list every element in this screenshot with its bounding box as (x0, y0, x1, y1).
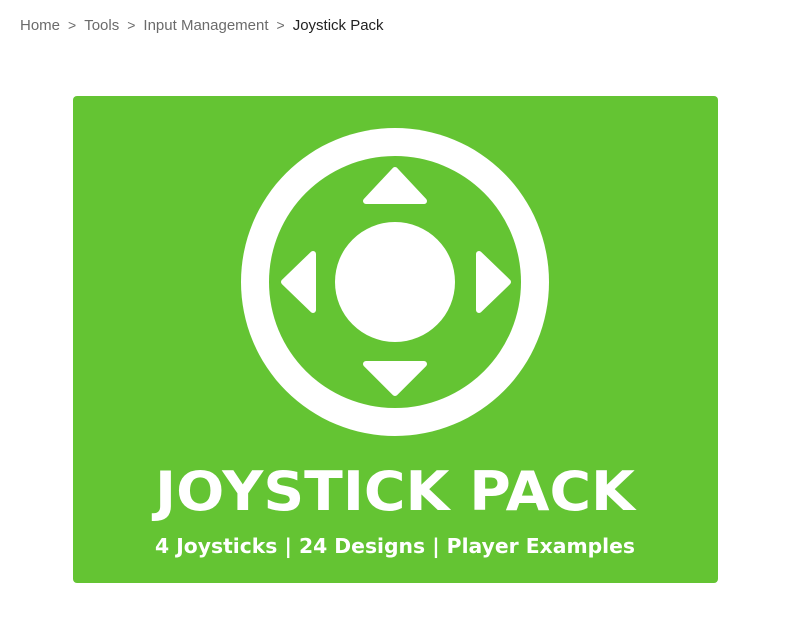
product-hero-image: JOYSTICK PACK 4 Joysticks | 24 Designs |… (73, 96, 718, 583)
breadcrumb-separator: > (68, 17, 77, 33)
joystick-icon (241, 128, 549, 436)
breadcrumb-separator: > (276, 17, 285, 33)
breadcrumb-current-page: Joystick Pack (292, 16, 384, 34)
breadcrumb-home-link[interactable]: Home (20, 17, 60, 34)
breadcrumb-tools-link[interactable]: Tools (84, 17, 119, 34)
breadcrumb: Home > Tools > Input Management > Joysti… (20, 15, 384, 35)
joystick-pack-banner: JOYSTICK PACK 4 Joysticks | 24 Designs |… (73, 96, 718, 583)
joystick-knob-icon (335, 222, 455, 342)
breadcrumb-input-management-link[interactable]: Input Management (143, 17, 268, 34)
breadcrumb-separator: > (127, 17, 136, 33)
banner-subtitle: 4 Joysticks | 24 Designs | Player Exampl… (155, 534, 635, 558)
banner-title: JOYSTICK PACK (151, 460, 637, 523)
